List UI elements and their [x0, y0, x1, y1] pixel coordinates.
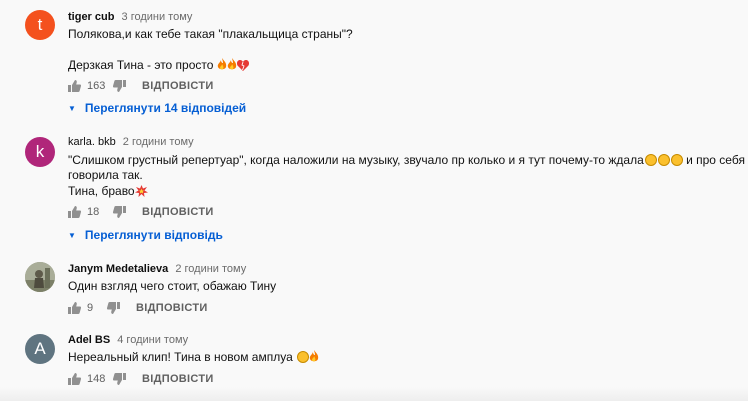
- view-replies-button[interactable]: ▼ Переглянути 14 відповідей: [68, 101, 246, 115]
- like-count: 148: [87, 373, 106, 385]
- thumbs-up-icon[interactable]: [68, 302, 81, 314]
- comment-author[interactable]: tiger cub: [68, 11, 114, 23]
- reply-button[interactable]: ВІДПОВІСТИ: [142, 80, 214, 92]
- comment-text-line: говорила так.: [68, 168, 143, 182]
- thumbs-down-icon[interactable]: [107, 302, 120, 314]
- comment-text-line: "Слишком грустный репертуар", когда нало…: [68, 153, 745, 168]
- comment-time[interactable]: 4 години тому: [117, 334, 188, 346]
- laughing-emoji-icon: [657, 154, 670, 166]
- avatar-photo: [25, 262, 55, 292]
- heart-eyes-emoji-icon: [297, 351, 310, 363]
- comment-author[interactable]: Janym Medetalieva: [68, 263, 168, 275]
- comment-text: Тина, браво: [68, 184, 135, 198]
- broken-heart-icon: [236, 60, 249, 71]
- thumbs-down-icon[interactable]: [113, 80, 126, 92]
- like-count: 18: [87, 206, 100, 218]
- comment-text-line: Нереальный клип! Тина в новом амплуа: [68, 350, 319, 365]
- avatar[interactable]: A: [25, 334, 55, 364]
- thumbs-down-icon[interactable]: [113, 206, 126, 218]
- comment-text: Дерзкая Тина - это просто: [68, 58, 214, 72]
- avatar-letter: t: [37, 15, 43, 34]
- avatar[interactable]: k: [25, 137, 55, 167]
- avatar-letter: k: [35, 142, 45, 161]
- comment-author[interactable]: karla. bkb: [68, 136, 116, 148]
- reply-button[interactable]: ВІДПОВІСТИ: [142, 206, 214, 218]
- caret-down-icon: ▼: [68, 230, 76, 240]
- like-count: 9: [87, 302, 94, 314]
- comment-text-line: Тина, браво: [68, 184, 148, 199]
- like-count: 163: [87, 80, 106, 92]
- thumbs-up-icon[interactable]: [68, 373, 81, 385]
- laughing-emoji-icon: [670, 154, 683, 166]
- bottom-fade: [0, 387, 748, 401]
- view-replies-button[interactable]: ▼ Переглянути відповідь: [68, 228, 223, 242]
- fire-emoji-icon: [217, 58, 226, 70]
- comment-time[interactable]: 3 години тому: [122, 11, 193, 23]
- caret-down-icon: ▼: [68, 103, 76, 113]
- thumbs-up-icon[interactable]: [68, 80, 81, 92]
- avatar[interactable]: [25, 262, 55, 292]
- thumbs-down-icon[interactable]: [113, 373, 126, 385]
- avatar[interactable]: t: [25, 10, 55, 40]
- reply-button[interactable]: ВІДПОВІСТИ: [136, 302, 208, 314]
- avatar-letter: A: [34, 339, 46, 358]
- comment-text-line: Полякова,и как тебе такая "плакальщица с…: [68, 27, 353, 41]
- reply-button[interactable]: ВІДПОВІСТИ: [142, 373, 214, 385]
- comment-text-line: Дерзкая Тина - это просто: [68, 58, 249, 73]
- comment-time[interactable]: 2 години тому: [123, 136, 194, 148]
- comment-text: Нереальный клип! Тина в новом амплуа: [68, 350, 293, 364]
- collision-emoji-icon: [134, 185, 148, 197]
- comment-text-line: Один взгляд чего стоит, обажаю Тину: [68, 279, 277, 293]
- thumbs-up-icon[interactable]: [68, 206, 81, 218]
- comment-time[interactable]: 2 години тому: [175, 263, 246, 275]
- fire-emoji-icon: [227, 58, 236, 70]
- view-replies-label: Переглянути 14 відповідей: [84, 101, 247, 115]
- comment-text: "Слишком грустный репертуар", когда нало…: [68, 153, 644, 167]
- view-replies-label: Переглянути відповідь: [84, 228, 223, 242]
- comment-author[interactable]: Adel BS: [68, 334, 110, 346]
- laughing-emoji-icon: [644, 154, 657, 166]
- fire-emoji-icon: [309, 350, 319, 362]
- comment-text: и про себя: [686, 153, 745, 167]
